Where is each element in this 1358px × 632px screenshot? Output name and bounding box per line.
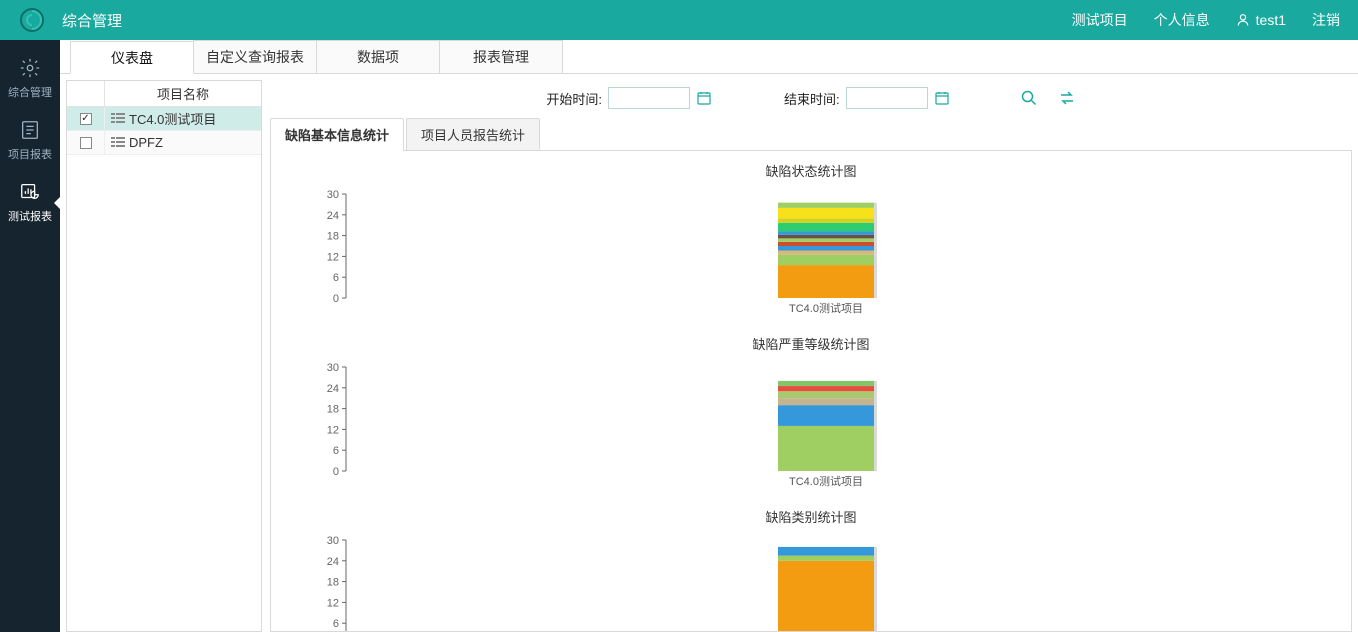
project-name: DPFZ — [129, 135, 163, 150]
chart: 缺陷状态统计图 0 6 12 18 24 30 TC4.0测试项目 — [271, 161, 1351, 324]
chart-plot: 0 6 12 18 24 30 TC4.0测试项目 — [296, 357, 1326, 497]
topbar-username: test1 — [1256, 12, 1286, 28]
bar-segment — [778, 381, 874, 386]
swap-icon[interactable] — [1058, 89, 1076, 107]
bar-segment — [778, 223, 874, 232]
end-time-input[interactable] — [846, 87, 928, 109]
charts-container: 缺陷状态统计图0612182430TC4.0测试项目缺陷严重等级统计图06121… — [270, 151, 1352, 632]
topbar: 综合管理 测试项目 个人信息 test1 注销 — [0, 0, 1358, 40]
bar-segment — [778, 231, 874, 234]
bar-segment — [778, 405, 874, 426]
svg-text:24: 24 — [327, 210, 339, 222]
bar-segment — [778, 238, 874, 241]
calendar-icon[interactable] — [934, 90, 950, 106]
checkbox-icon[interactable] — [80, 137, 92, 149]
svg-text:30: 30 — [327, 535, 339, 547]
svg-text:30: 30 — [327, 189, 339, 201]
svg-text:24: 24 — [327, 383, 339, 395]
app-title: 综合管理 — [62, 10, 122, 31]
svg-text:TC4.0测试项目: TC4.0测试项目 — [789, 302, 863, 315]
project-name: TC4.0测试项目 — [129, 109, 216, 128]
bar-segment — [778, 265, 874, 298]
project-panel: 项目名称 TC4.0测试项目 DPFZ — [66, 80, 262, 632]
bar-segment — [778, 561, 874, 632]
filter-bar: 开始时间: 结束时间: — [270, 84, 1352, 112]
gear-icon — [18, 56, 42, 80]
bar-segment — [778, 547, 874, 556]
topbar-link-testproject[interactable]: 测试项目 — [1072, 10, 1128, 30]
user-icon — [1236, 13, 1250, 27]
bar-segment — [778, 242, 874, 246]
chart-icon — [18, 180, 42, 204]
end-time-label: 结束时间: — [784, 89, 840, 108]
project-row[interactable]: TC4.0测试项目 — [67, 107, 261, 131]
nav-label: 项目报表 — [8, 146, 52, 162]
svg-text:12: 12 — [327, 597, 339, 609]
calendar-icon[interactable] — [696, 90, 712, 106]
nav-label: 综合管理 — [8, 84, 52, 100]
chart-title: 缺陷严重等级统计图 — [271, 334, 1351, 353]
bar-segment — [778, 251, 874, 255]
topbar-user[interactable]: test1 — [1236, 12, 1286, 28]
project-panel-header: 项目名称 — [67, 81, 261, 107]
bar-segment — [778, 203, 874, 208]
bar-segment — [778, 386, 874, 391]
list-icon — [111, 137, 125, 148]
nav-item-test-report[interactable]: 测试报表 — [0, 172, 60, 234]
sub-tabs: 缺陷基本信息统计项目人员报告统计 — [270, 118, 1352, 151]
module-tab-dashboard[interactable]: 仪表盘 — [70, 41, 194, 74]
bar-segment — [778, 426, 874, 471]
subtab-defect-basic[interactable]: 缺陷基本信息统计 — [270, 118, 404, 151]
nav-label: 测试报表 — [8, 208, 52, 224]
start-time-label: 开始时间: — [546, 89, 602, 108]
bar-segment — [778, 556, 874, 561]
project-row[interactable]: DPFZ — [67, 131, 261, 155]
module-tabs: 仪表盘自定义查询报表数据项报表管理 — [60, 40, 1358, 74]
chart: 缺陷严重等级统计图 0 6 12 18 24 30 TC4.0测试项目 — [271, 334, 1351, 497]
bar-segment — [778, 208, 874, 218]
module-tab-report-mgmt[interactable]: 报表管理 — [439, 40, 563, 73]
svg-text:TC4.0测试项目: TC4.0测试项目 — [789, 475, 863, 488]
list-icon — [111, 113, 125, 124]
chart-plot: 0 6 12 18 24 30 TC4.0测试项目 — [296, 184, 1326, 324]
bar-segment — [778, 255, 874, 265]
svg-text:6: 6 — [333, 445, 339, 457]
nav-item-project-report[interactable]: 项目报表 — [0, 110, 60, 172]
svg-text:12: 12 — [327, 251, 339, 263]
svg-text:24: 24 — [327, 556, 339, 568]
chart-title: 缺陷类别统计图 — [271, 507, 1351, 526]
start-time-input[interactable] — [608, 87, 690, 109]
topbar-link-profile[interactable]: 个人信息 — [1154, 10, 1210, 30]
search-icon[interactable] — [1020, 89, 1038, 107]
svg-text:0: 0 — [333, 293, 339, 305]
project-header-name: 项目名称 — [105, 81, 261, 106]
subtab-member-report[interactable]: 项目人员报告统计 — [406, 118, 540, 150]
svg-text:18: 18 — [327, 577, 339, 589]
svg-text:12: 12 — [327, 424, 339, 436]
bar-segment — [778, 218, 874, 223]
topbar-link-logout[interactable]: 注销 — [1312, 10, 1340, 30]
checkbox-icon[interactable] — [80, 113, 92, 125]
svg-text:18: 18 — [327, 404, 339, 416]
chart-plot: 0612182430TC4.0测试项目 — [296, 530, 1326, 632]
chart-title: 缺陷状态统计图 — [271, 161, 1351, 180]
module-tab-dataitems[interactable]: 数据项 — [316, 40, 440, 73]
chart: 缺陷类别统计图0612182430TC4.0测试项目 — [271, 507, 1351, 632]
bar-segment — [778, 235, 874, 238]
svg-text:6: 6 — [333, 618, 339, 630]
svg-text:6: 6 — [333, 272, 339, 284]
app-logo-icon — [18, 6, 46, 34]
module-tab-custom-query[interactable]: 自定义查询报表 — [193, 40, 317, 73]
bar-segment — [778, 398, 874, 405]
left-sidebar: 综合管理项目报表测试报表 — [0, 40, 60, 632]
nav-item-integrated[interactable]: 综合管理 — [0, 48, 60, 110]
bar-segment — [778, 246, 874, 251]
svg-text:30: 30 — [327, 362, 339, 374]
svg-text:0: 0 — [333, 466, 339, 478]
svg-text:18: 18 — [327, 231, 339, 243]
report-icon — [18, 118, 42, 142]
bar-segment — [778, 391, 874, 398]
